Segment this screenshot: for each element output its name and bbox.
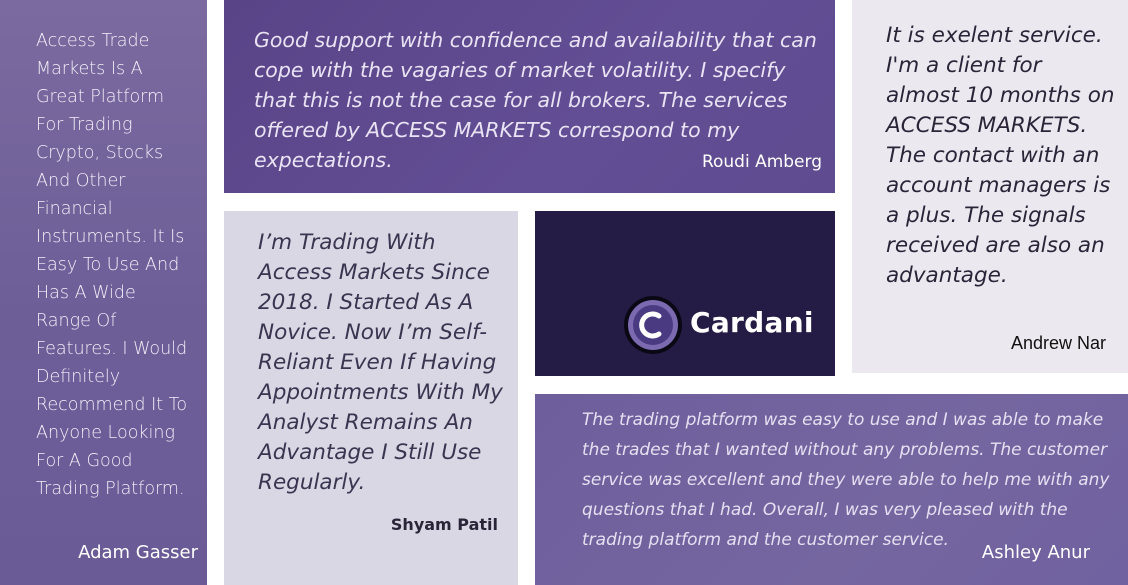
- testimonial-author: Ashley Anur: [981, 542, 1090, 563]
- testimonial-author: Roudi Amberg: [701, 152, 822, 172]
- testimonial-card-andrew: It is exelent service. I'm a client for …: [852, 0, 1128, 373]
- testimonial-quote: It is exelent service. I'm a client for …: [886, 23, 1115, 288]
- testimonial-card-roudi: Good support with confidence and availab…: [224, 0, 835, 193]
- testimonial-author: Andrew Nar: [1010, 333, 1106, 353]
- brand-logo-text: Cardani: [690, 306, 814, 339]
- testimonial-quote: Access Trade Markets Is A Great Platform…: [36, 31, 188, 499]
- brand-logo-card: Cardani: [535, 211, 835, 376]
- testimonial-author: Shyam Patil: [390, 515, 498, 534]
- testimonial-card-shyam: I’m Trading With Access Markets Since 20…: [224, 211, 518, 585]
- cardani-logo-icon: [624, 296, 682, 354]
- testimonial-quote: The trading platform was easy to use and…: [582, 410, 1110, 550]
- testimonial-card-ashley: The trading platform was easy to use and…: [535, 394, 1128, 585]
- testimonial-quote: I’m Trading With Access Markets Since 20…: [258, 230, 503, 495]
- testimonial-card-adam: Access Trade Markets Is A Great Platform…: [0, 0, 207, 585]
- testimonial-author: Adam Gasser: [78, 542, 198, 563]
